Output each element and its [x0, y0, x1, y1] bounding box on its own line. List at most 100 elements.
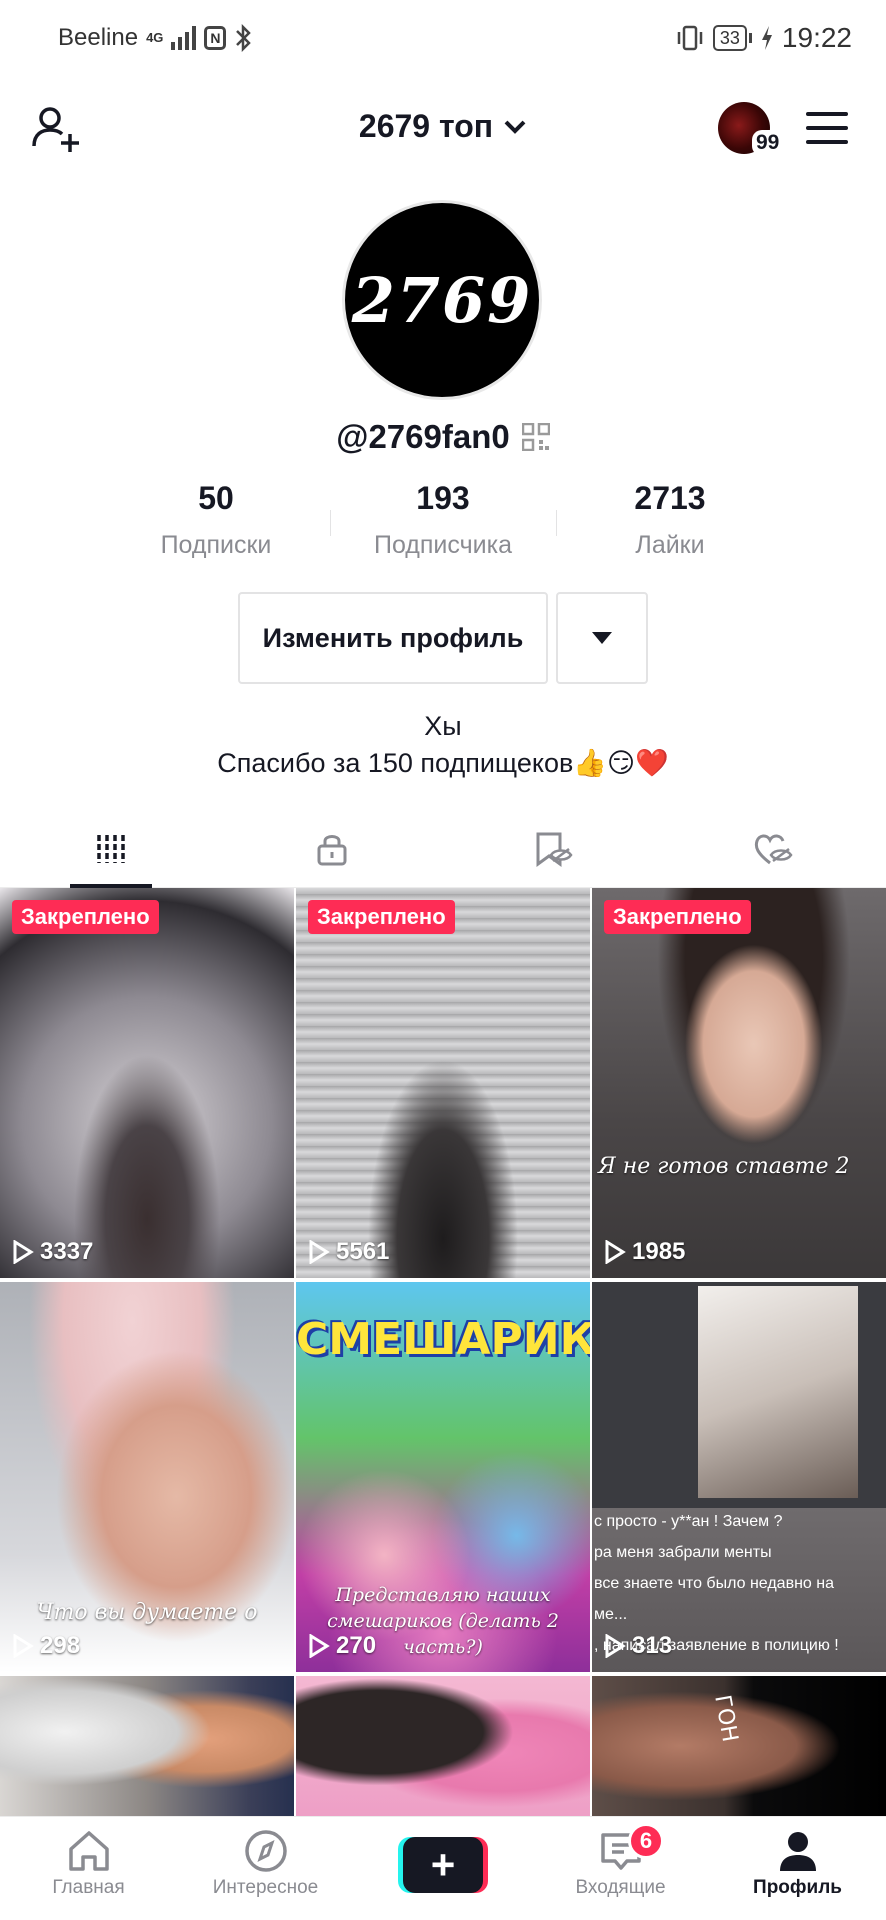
stat-likes[interactable]: 2713 Лайки [550, 480, 790, 560]
chat-line: ме... [594, 1606, 628, 1623]
profile-stats: 50 Подписки 193 Подписчика 2713 Лайки [0, 480, 886, 570]
stat-followers[interactable]: 193 Подписчика [323, 480, 563, 560]
nfc-icon: N [204, 26, 227, 50]
content-tabs [0, 810, 886, 888]
stat-label: Лайки [635, 531, 705, 559]
video-thumbnail [296, 888, 590, 1278]
clock: 19:22 [781, 22, 852, 53]
edit-profile-button[interactable]: Изменить профиль [238, 592, 548, 684]
chat-line: с просто - у**ан ! Зачем ? [594, 1513, 783, 1530]
stat-label: Подписчика [373, 531, 512, 559]
bio-emoji: 👍😏❤️ [573, 748, 669, 779]
heart-eye-icon [754, 834, 793, 865]
view-count: 3337 [12, 1238, 93, 1266]
video-thumbnail [592, 1676, 886, 1816]
avatar-badge: 99 [752, 130, 784, 156]
chevron-down-icon [504, 120, 526, 134]
bluetooth-icon [236, 24, 252, 52]
view-count-value: 270 [336, 1632, 377, 1659]
hamburger-icon [806, 112, 848, 144]
signal-icon [171, 26, 197, 50]
create-video-button[interactable]: + [398, 1837, 488, 1893]
home-icon [68, 1831, 109, 1871]
charging-icon [761, 26, 772, 50]
lock-icon [317, 835, 346, 866]
video-inset-photo [698, 1286, 858, 1498]
qr-code-icon[interactable] [521, 423, 550, 451]
username: @2769fan0 [336, 418, 510, 455]
pinned-badge: Закреплено [604, 900, 751, 934]
bookmark-eye-icon [536, 832, 573, 867]
view-count: 270 [308, 1632, 376, 1660]
status-right: 33 19:22 [675, 22, 852, 54]
username-row: @2769fan0 [0, 418, 886, 456]
chat-line: все знаете что было недавно на [594, 1575, 834, 1592]
stat-following[interactable]: 50 Подписки [96, 480, 336, 560]
suggested-accounts-button[interactable] [556, 592, 648, 684]
video-thumbnail [0, 888, 294, 1278]
video-tile[interactable]: СМЕШАРИКИ Представляю наших смешариков (… [296, 1282, 590, 1672]
play-icon [605, 1634, 626, 1658]
nav-label: Главная [52, 1877, 125, 1898]
nav-home[interactable]: Главная [0, 1817, 177, 1920]
play-icon [605, 1240, 626, 1264]
vibrate-icon [677, 25, 703, 51]
video-tile[interactable]: ГОН [592, 1676, 886, 1816]
tab-liked[interactable] [663, 810, 884, 888]
profile-header: 2679 топ 99 [0, 90, 886, 170]
status-bar: Beeline 4G N 33 19:22 [0, 0, 886, 76]
profile-icon [779, 1832, 816, 1871]
video-tile[interactable]: Закреплено Я не готов ставте 2 1985 [592, 888, 886, 1278]
bottom-navigation: Главная Интересное + Входящие 6 Профиль [0, 1816, 886, 1920]
video-tile[interactable]: Закреплено 5561 [296, 888, 590, 1278]
view-count-value: 313 [632, 1632, 673, 1659]
video-tile[interactable] [296, 1676, 590, 1816]
inbox-badge: 6 [628, 1823, 664, 1859]
plus-icon: + [403, 1837, 483, 1893]
stat-label: Подписки [160, 531, 272, 559]
pinned-badge: Закреплено [12, 900, 159, 934]
status-left: Beeline 4G N [58, 24, 252, 52]
view-count: 298 [12, 1632, 80, 1660]
view-count-value: 298 [40, 1632, 81, 1659]
tab-private[interactable] [221, 810, 442, 888]
view-count: 1985 [604, 1238, 685, 1266]
chat-line: ра меня забрали менты [594, 1544, 772, 1561]
pinned-badge: Закреплено [308, 900, 455, 934]
stat-value: 50 [198, 480, 234, 516]
video-tile[interactable] [0, 1676, 294, 1816]
view-count-value: 5561 [336, 1238, 390, 1265]
nav-profile[interactable]: Профиль [709, 1817, 886, 1920]
video-thumbnail [296, 1676, 590, 1816]
carrier-name: Beeline [58, 24, 139, 51]
compass-icon [244, 1830, 287, 1872]
view-count-value: 3337 [40, 1238, 94, 1265]
bio-line: Спасибо за 150 подпищеков [217, 748, 574, 778]
view-count-value: 1985 [632, 1238, 686, 1265]
video-thumbnail [592, 888, 886, 1278]
profile-bio: Хы Спасибо за 150 подпищеков👍😏❤️ [0, 708, 886, 782]
video-caption: Я не готов ставте 2 [598, 1154, 850, 1179]
video-tile[interactable]: с просто - у**ан ! Зачем ? ра меня забра… [592, 1282, 886, 1672]
nav-discover[interactable]: Интересное [177, 1817, 354, 1920]
nav-inbox[interactable]: Входящие [532, 1817, 709, 1920]
play-icon [13, 1240, 34, 1264]
grid-icon [96, 835, 125, 863]
stat-value: 193 [416, 480, 470, 516]
play-icon [309, 1240, 330, 1264]
video-tile[interactable]: Закреплено 3337 [0, 888, 294, 1278]
view-count: 5561 [308, 1238, 389, 1266]
video-tile[interactable]: Что вы думаете о 298 [0, 1282, 294, 1672]
profile-avatar[interactable]: 2769 [342, 200, 542, 400]
caret-down-icon [592, 632, 612, 644]
tab-favorites[interactable] [442, 810, 663, 888]
menu-button[interactable] [806, 112, 848, 146]
account-title: 2679 топ [358, 108, 494, 144]
video-caption: Что вы думаете о [36, 1600, 258, 1625]
video-thumbnail [0, 1676, 294, 1816]
nav-label: Входящие [575, 1877, 666, 1898]
view-count: 313 [604, 1632, 672, 1660]
network-type: 4G [146, 30, 164, 45]
avatar-logo-text: 2769 [351, 263, 533, 337]
tab-videos[interactable] [0, 810, 221, 888]
